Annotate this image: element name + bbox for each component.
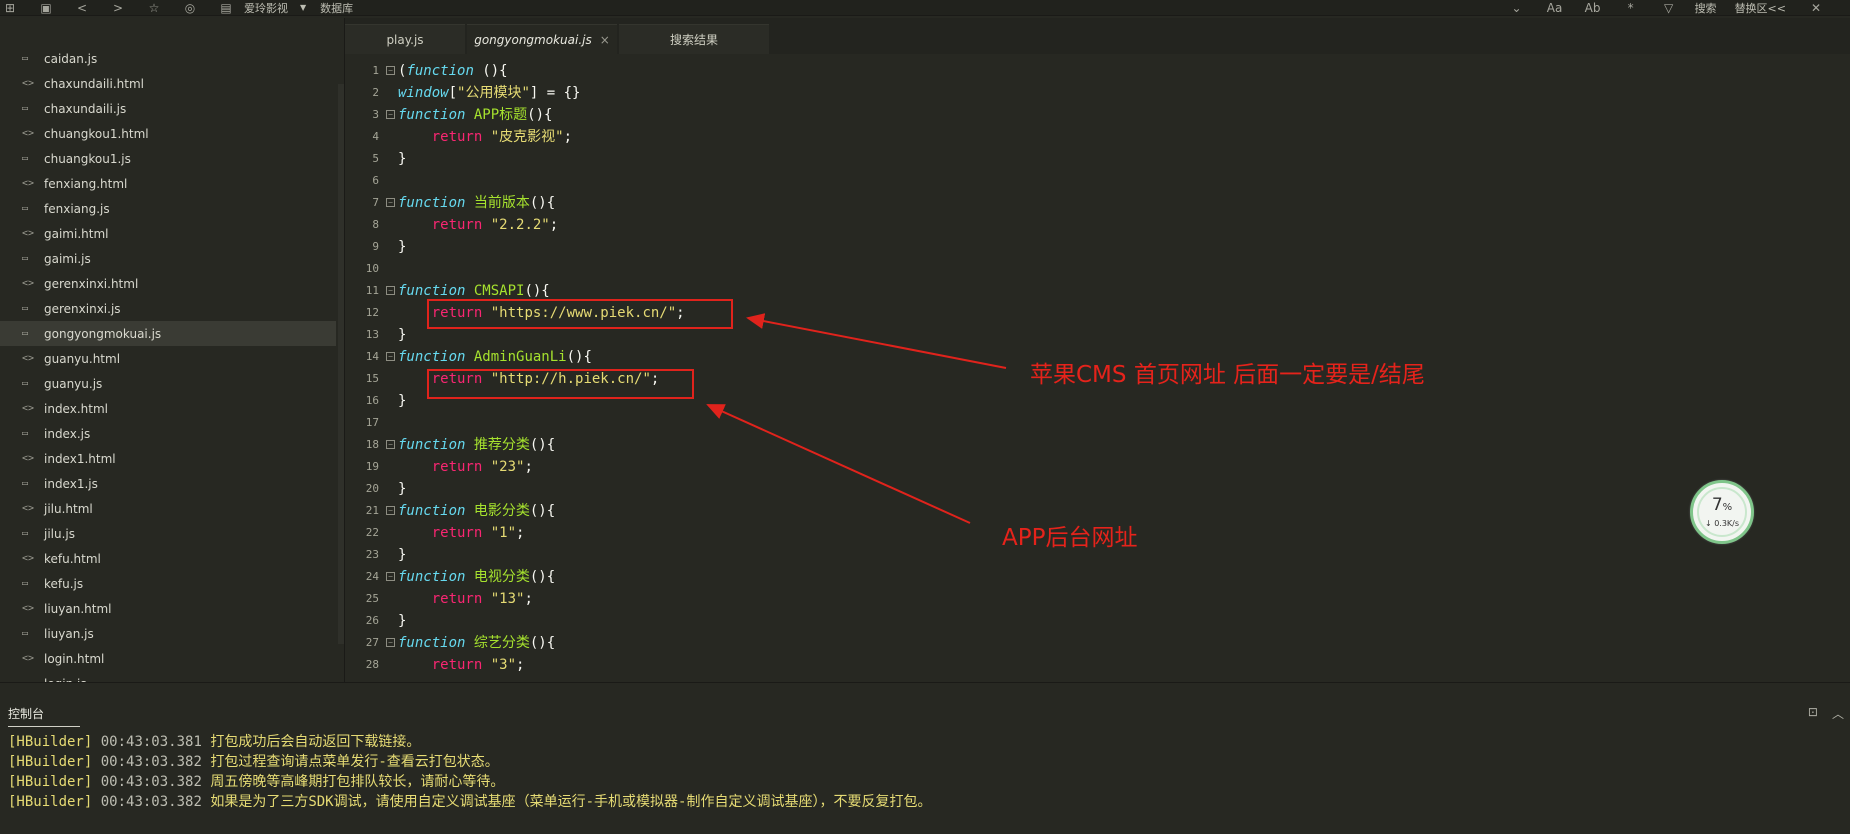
console-log-line: [HBuilder] 00:43:03.382 如果是为了三方SDK调试，请使用… (8, 792, 931, 812)
console-output: [HBuilder] 00:43:03.381 打包成功后会自动返回下载链接。[… (0, 728, 1850, 834)
log-tag: [HBuilder] (8, 734, 93, 750)
gauge-speed: ↓ 0.3K/s (1704, 519, 1740, 528)
log-tag: [HBuilder] (8, 794, 93, 810)
console-header: 控制台 ⊡ ︿ (0, 682, 1850, 728)
console-actions: ⊡ ︿ (1794, 705, 1844, 722)
log-message: 打包成功后会自动返回下载链接。 (210, 734, 421, 750)
console-log-line: [HBuilder] 00:43:03.381 打包成功后会自动返回下载链接。 (8, 732, 420, 752)
arrow-to-admin (706, 404, 971, 524)
console-log-line: [HBuilder] 00:43:03.382 周五傍晚等高峰期打包排队较长，请… (8, 772, 504, 792)
gauge-percent: 7% (1711, 495, 1733, 515)
log-timestamp: 00:43:03.381 (100, 734, 202, 750)
chevron-up-icon[interactable]: ︿ (1832, 705, 1844, 722)
terminal-icon[interactable]: ⊡ (1808, 705, 1818, 722)
annotation-cms-url: 苹果CMS 首页网址 后面一定要是/结尾 (1030, 362, 1425, 388)
log-timestamp: 00:43:03.382 (100, 774, 202, 790)
arrow-to-cmsapi (746, 313, 1007, 369)
console-log-line: [HBuilder] 00:43:03.382 打包过程查询请点菜单发行-查看云… (8, 752, 499, 772)
network-speed-widget[interactable]: 7% ↓ 0.3K/s (1690, 480, 1754, 544)
log-message: 打包过程查询请点菜单发行-查看云打包状态。 (210, 754, 499, 770)
log-timestamp: 00:43:03.382 (100, 754, 202, 770)
log-timestamp: 00:43:03.382 (100, 794, 202, 810)
annotation-admin-url: APP后台网址 (1002, 525, 1138, 551)
log-message: 周五傍晚等高峰期打包排队较长，请耐心等待。 (210, 774, 505, 790)
console-tab[interactable]: 控制台 (8, 705, 80, 727)
log-tag: [HBuilder] (8, 754, 93, 770)
log-tag: [HBuilder] (8, 774, 93, 790)
log-message: 如果是为了三方SDK调试，请使用自定义调试基座（菜单运行-手机或模拟器-制作自定… (210, 794, 932, 810)
